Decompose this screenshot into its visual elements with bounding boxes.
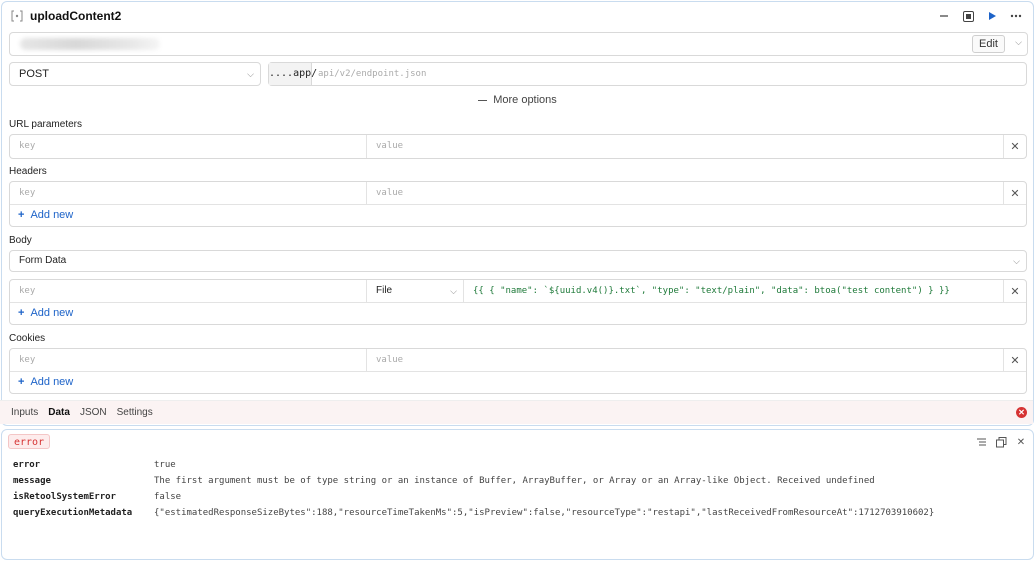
resource-selector[interactable]: Edit ⌵ — [9, 32, 1028, 56]
result-row-system-error: isRetoolSystemError false — [13, 492, 181, 502]
body-fields-table: key File ⌵ {{ { "name": `${uuid.v4()}.tx… — [9, 279, 1027, 325]
url-params-table: key value ✕ — [9, 134, 1027, 159]
result-value: false — [154, 492, 182, 502]
headers-table: key value ✕ + Add new — [9, 181, 1027, 227]
url-prefix: ....app/ — [269, 63, 317, 85]
tab-settings[interactable]: Settings — [117, 407, 153, 418]
add-new-label: Add new — [30, 209, 74, 221]
tab-json[interactable]: JSON — [80, 407, 107, 418]
chevron-down-icon[interactable]: ⌵ — [1015, 37, 1022, 48]
edit-resource-button[interactable]: Edit — [972, 35, 1005, 53]
result-value: The first argument must be of type strin… — [154, 476, 875, 486]
add-body-field-button[interactable]: + Add new — [10, 303, 1026, 324]
chevron-down-icon: ⌵ — [450, 286, 457, 296]
query-actions — [933, 6, 1027, 26]
close-icon[interactable]: ✕ — [1004, 182, 1026, 204]
collapse-icon — [478, 99, 488, 101]
add-cookie-button[interactable]: + Add new — [10, 372, 1026, 393]
add-header-button[interactable]: + Add new — [10, 205, 1026, 226]
plus-icon: + — [18, 209, 25, 221]
body-field-value[interactable]: {{ { "name": `${uuid.v4()}.txt`, "type":… — [464, 280, 1004, 302]
url-param-value[interactable]: value — [367, 135, 1004, 158]
result-tabs: Inputs Data JSON Settings ✕ — [0, 400, 1033, 424]
headers-label: Headers — [9, 166, 47, 177]
format-list-icon[interactable] — [973, 434, 989, 450]
url-field[interactable]: ....app/ — [268, 62, 1027, 86]
result-key: queryExecutionMetadata — [13, 508, 133, 518]
header-key[interactable]: key — [10, 182, 367, 204]
query-title[interactable]: uploadContent2 — [30, 9, 121, 23]
add-new-label: Add new — [30, 376, 74, 388]
add-new-label: Add new — [30, 307, 74, 319]
header-value[interactable]: value — [367, 182, 1004, 204]
method-value: POST — [19, 68, 49, 80]
close-icon[interactable]: ✕ — [1004, 349, 1026, 371]
method-select[interactable]: POST ⌵ — [9, 62, 261, 86]
close-icon[interactable]: ✕ — [1004, 135, 1026, 158]
result-key: error — [13, 460, 41, 470]
more-options-toggle[interactable]: More options — [0, 94, 1035, 106]
panel-layout-icon[interactable] — [957, 6, 979, 26]
result-row-message: message The first argument must be of ty… — [13, 476, 875, 486]
cookie-row: key value ✕ — [10, 349, 1026, 372]
close-icon[interactable]: ✕ — [1013, 434, 1029, 450]
result-key: message — [13, 476, 51, 486]
result-panel: error ✕ error true message The first arg… — [1, 429, 1034, 560]
error-badge: error — [8, 434, 51, 449]
cookie-key[interactable]: key — [10, 349, 367, 371]
result-row-error: error true — [13, 460, 176, 470]
cookies-label: Cookies — [9, 333, 46, 344]
cookies-table: key value ✕ + Add new — [9, 348, 1027, 394]
result-value: {"estimatedResponseSizeBytes":188,"resou… — [154, 508, 935, 518]
resource-name-redacted — [20, 38, 160, 50]
cookie-value[interactable]: value — [367, 349, 1004, 371]
url-param-row: key value ✕ — [10, 135, 1026, 158]
run-query-icon[interactable] — [981, 6, 1003, 26]
chevron-down-icon: ⌵ — [247, 69, 254, 79]
field-type-select[interactable]: File ⌵ — [367, 280, 464, 302]
plus-icon: + — [18, 376, 25, 388]
close-icon[interactable]: ✕ — [1004, 280, 1026, 302]
body-type-select[interactable]: Form Data ⌵ — [9, 250, 1027, 272]
url-params-label: URL parameters — [9, 119, 82, 130]
body-label: Body — [9, 235, 32, 246]
more-options-label: More options — [493, 94, 557, 106]
url-input[interactable] — [312, 63, 1026, 85]
field-type-value: File — [376, 285, 393, 296]
header-row: key value ✕ — [10, 182, 1026, 205]
result-row-metadata: queryExecutionMetadata {"estimatedRespon… — [13, 508, 934, 518]
tab-data[interactable]: Data — [48, 407, 70, 418]
query-type-icon — [10, 9, 24, 23]
result-actions: ✕ — [973, 434, 1029, 450]
minimize-icon[interactable] — [933, 6, 955, 26]
chevron-down-icon: ⌵ — [1013, 256, 1020, 266]
copy-icon[interactable] — [993, 434, 1009, 450]
body-type-value: Form Data — [19, 255, 67, 266]
error-status-icon[interactable]: ✕ — [1016, 407, 1027, 418]
plus-icon: + — [18, 307, 25, 319]
result-key: isRetoolSystemError — [13, 492, 116, 502]
result-value: true — [154, 460, 176, 470]
query-title-bar: uploadContent2 — [2, 2, 1033, 29]
more-menu-icon[interactable] — [1005, 6, 1027, 26]
body-field-key[interactable]: key — [10, 280, 367, 302]
tab-inputs[interactable]: Inputs — [11, 407, 38, 418]
url-param-key[interactable]: key — [10, 135, 367, 158]
body-field-row: key File ⌵ {{ { "name": `${uuid.v4()}.tx… — [10, 280, 1026, 303]
